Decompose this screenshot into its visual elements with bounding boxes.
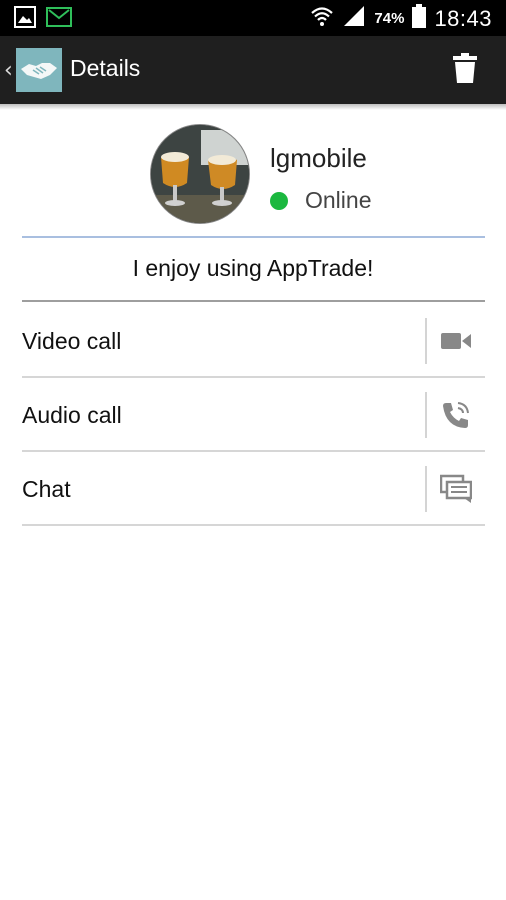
row-divider (22, 524, 485, 526)
wifi-icon (310, 5, 334, 32)
gallery-icon (14, 6, 36, 33)
app-bar-shadow (0, 104, 506, 110)
audio-call-label: Audio call (22, 402, 122, 428)
status-bar-notifications (14, 6, 72, 33)
video-call-row[interactable]: Video call (22, 304, 485, 378)
clock: 18:43 (434, 5, 492, 31)
divider (22, 300, 485, 302)
signal-icon (342, 5, 366, 32)
battery-percent: 74% (374, 10, 405, 27)
message-icon (46, 6, 72, 33)
status-bar: 74% 18:43 (0, 0, 506, 36)
row-separator (425, 466, 427, 512)
status-bar-system: 74% 18:43 (310, 4, 492, 33)
handshake-logo (16, 48, 62, 92)
divider (22, 236, 485, 238)
back-icon: ‹ (4, 57, 13, 83)
video-camera-icon[interactable] (438, 323, 474, 359)
chat-row[interactable]: Chat (22, 452, 485, 526)
back-button[interactable]: ‹ (4, 46, 66, 94)
row-separator (425, 318, 427, 364)
phone-icon[interactable] (438, 397, 474, 433)
page-title: Details (70, 55, 141, 81)
battery-icon (412, 4, 427, 33)
online-dot-icon (270, 191, 288, 210)
username: lgmobile (270, 143, 367, 173)
app-bar: ‹ Details (0, 36, 506, 104)
status-message: I enjoy using AppTrade! (132, 255, 374, 281)
video-call-label: Video call (22, 328, 122, 354)
delete-button[interactable] (446, 50, 484, 90)
chat-label: Chat (22, 476, 71, 502)
chat-icon[interactable] (438, 471, 474, 507)
row-separator (425, 392, 427, 438)
presence-label: Online (305, 187, 372, 213)
avatar[interactable] (150, 124, 250, 224)
trash-icon (452, 52, 478, 89)
audio-call-row[interactable]: Audio call (22, 378, 485, 452)
presence-status: Online (270, 187, 371, 214)
